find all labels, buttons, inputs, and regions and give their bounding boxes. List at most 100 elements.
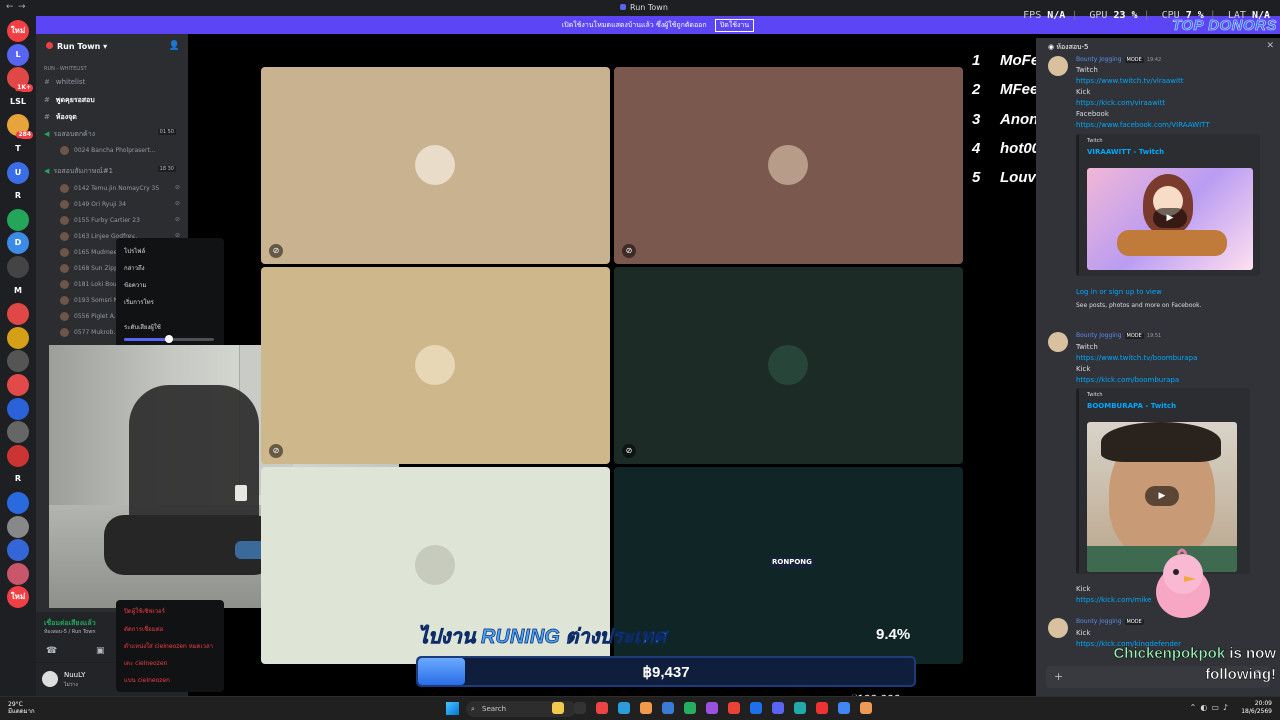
message-author[interactable]: Bounty Jogging MODE 19:42 <box>1076 56 1161 63</box>
server-icon[interactable]: R <box>7 468 29 491</box>
menu-item-message[interactable]: ข้อความ <box>124 280 146 290</box>
server-icon[interactable]: D <box>7 232 29 255</box>
taskbar-app-icon[interactable] <box>684 702 696 714</box>
volume-knob[interactable] <box>165 335 173 343</box>
server-icon[interactable]: ใหม่ <box>7 20 29 42</box>
channel-chat[interactable]: # พูดคุยรอสอบ <box>44 95 95 106</box>
server-icon[interactable] <box>7 515 29 538</box>
close-icon[interactable]: ✕ <box>1266 41 1274 51</box>
message-link[interactable]: https://www.twitch.tv/viraawitt <box>1076 77 1183 85</box>
voice-participant-tile[interactable]: ⊘ <box>614 267 963 464</box>
server-icon[interactable] <box>7 350 29 373</box>
voice-user[interactable]: 0155 Furby Cartier 23 ⊘ <box>60 216 182 225</box>
server-name[interactable]: Run Town ▾ <box>46 42 107 51</box>
taskbar-app-icon[interactable] <box>662 702 674 714</box>
server-icon[interactable] <box>7 562 29 585</box>
menu-item-mention[interactable]: กล่าวถึง <box>124 263 145 273</box>
taskbar-app-icon[interactable] <box>860 702 872 714</box>
server-icon[interactable]: L <box>7 43 29 66</box>
server-icon[interactable] <box>7 303 29 326</box>
menu-item-server-mute[interactable]: ปิดผู้ใช้เซิฟเวอร์ <box>124 606 165 616</box>
invite-people-icon[interactable]: 👤 <box>169 41 180 51</box>
taskbar-app-icon[interactable] <box>618 702 630 714</box>
server-icon[interactable] <box>7 397 29 420</box>
voice-participant-tile[interactable]: ⊘ <box>614 67 963 264</box>
voice-participant-tile[interactable]: ⊘ <box>261 267 610 464</box>
voice-user[interactable]: 0024 Bancha Pholprasert... <box>60 146 182 155</box>
taskbar-app-icon[interactable] <box>706 702 718 714</box>
banner-disable-button[interactable]: ปิดใช้งาน <box>714 19 755 32</box>
menu-item-timeout[interactable]: ตำแหน่งใส่ cieIneozen หมดเวลา <box>124 641 213 651</box>
add-attachment-icon[interactable]: + <box>1054 670 1063 683</box>
voice-participant-tile[interactable]: ⊘ <box>261 67 610 264</box>
taskbar-app-icon[interactable] <box>794 702 806 714</box>
message-author[interactable]: Bounty Jogging MODE <box>1076 618 1144 625</box>
message-link[interactable]: https://kick.com/mike <box>1076 596 1151 604</box>
server-icon[interactable]: ใหม่ <box>7 586 29 609</box>
back-arrow-icon[interactable]: ← <box>6 2 14 12</box>
server-icon[interactable] <box>7 492 29 514</box>
screen-share-icon[interactable]: ▣ <box>96 646 105 656</box>
windows-start-icon[interactable] <box>446 702 459 715</box>
taskbar-clock[interactable]: 20:09 18/6/2569 <box>1241 700 1272 716</box>
menu-item-disconnect[interactable]: ตัดการเชื่อมต่อ <box>124 624 163 634</box>
server-icon[interactable]: 1K+ <box>7 67 33 93</box>
server-icon[interactable] <box>7 421 29 444</box>
menu-item-profile[interactable]: โปรไฟล์ <box>124 246 145 256</box>
server-icon[interactable] <box>7 256 29 278</box>
message-text: Twitch <box>1076 66 1098 74</box>
message-link[interactable]: https://www.facebook.com/VIRAAWITT <box>1076 121 1210 129</box>
voice-user[interactable]: 0142 Temu.Jin NomayCry 35 ⊘ <box>60 184 182 193</box>
menu-item-call[interactable]: เริ่มการโทร <box>124 297 154 307</box>
voice-user[interactable]: 0149 Ori Ryuji 34 ⊘ <box>60 200 182 209</box>
system-tray[interactable]: ⌃◐▭♪ <box>1190 703 1232 712</box>
voice-channel-1[interactable]: ◀ รอสอบตกค้าง 01 50 <box>44 129 184 140</box>
server-icon[interactable]: M <box>7 279 29 302</box>
server-icon[interactable] <box>7 374 29 396</box>
embed-title[interactable]: BOOMBURAPA - Twitch <box>1087 402 1176 410</box>
taskbar-app-icon[interactable] <box>552 702 564 714</box>
server-icon[interactable]: U <box>7 161 29 184</box>
message-author[interactable]: Bounty Jogging MODE 19:51 <box>1076 332 1161 339</box>
avatar[interactable] <box>1048 332 1068 352</box>
avatar[interactable] <box>1048 618 1068 638</box>
avatar[interactable] <box>42 671 58 687</box>
server-icon[interactable] <box>7 444 29 467</box>
voice-participant-tile[interactable]: RONPONG <box>614 467 963 664</box>
taskbar-app-icon[interactable] <box>574 702 586 714</box>
user-volume-slider[interactable] <box>124 335 214 343</box>
message-link[interactable]: https://kick.com/boomburapa <box>1076 376 1179 384</box>
taskbar-app-icon[interactable] <box>750 702 762 714</box>
message-link[interactable]: https://kick.com/viraawitt <box>1076 99 1165 107</box>
server-icon[interactable] <box>7 539 29 562</box>
menu-item-kick[interactable]: เตะ cieIneozen <box>124 658 167 668</box>
message-link[interactable]: https://www.twitch.tv/boomburapa <box>1076 354 1197 362</box>
avatar[interactable] <box>1048 56 1068 76</box>
voice-location[interactable]: ห้องสอบ-5 / Run Town <box>44 628 96 636</box>
server-icon[interactable]: 284 <box>7 114 33 140</box>
embed-login-link[interactable]: Log in or sign up to view <box>1076 288 1162 296</box>
server-icon[interactable] <box>7 326 29 349</box>
channel-category[interactable]: RUN - WHITELIST <box>44 66 87 72</box>
disconnect-icon[interactable]: ☎ <box>46 646 57 656</box>
taskbar-app-icon[interactable] <box>816 702 828 714</box>
server-icon[interactable]: T <box>7 138 29 160</box>
voice-channel-2[interactable]: ◀ รอสอบสัมภาษณ์#1 18 30 <box>44 166 184 177</box>
taskbar-app-icon[interactable] <box>772 702 784 714</box>
taskbar-app-icon[interactable] <box>838 702 850 714</box>
play-icon[interactable]: ▶ <box>1153 208 1187 228</box>
taskbar-app-icon[interactable] <box>728 702 740 714</box>
embed-title[interactable]: VIRAAWITT - Twitch <box>1087 148 1164 156</box>
server-icon[interactable]: R <box>7 185 29 208</box>
weather-widget[interactable]: 29°C มีแดดมาก <box>8 701 35 715</box>
play-icon[interactable]: ▶ <box>1145 486 1179 506</box>
taskbar-app-icon[interactable] <box>640 702 652 714</box>
server-icon[interactable] <box>7 208 29 231</box>
channel-whitelist[interactable]: # whitelist <box>44 78 85 86</box>
forward-arrow-icon[interactable]: → <box>18 2 26 12</box>
menu-item-ban[interactable]: แบน cieIneozen <box>124 675 170 685</box>
taskbar-app-icon[interactable] <box>596 702 608 714</box>
embed-thumbnail[interactable]: ▶ <box>1087 168 1253 270</box>
server-icon[interactable]: LSL <box>7 90 29 113</box>
channel-point[interactable]: # ห้องจุด <box>44 112 77 123</box>
